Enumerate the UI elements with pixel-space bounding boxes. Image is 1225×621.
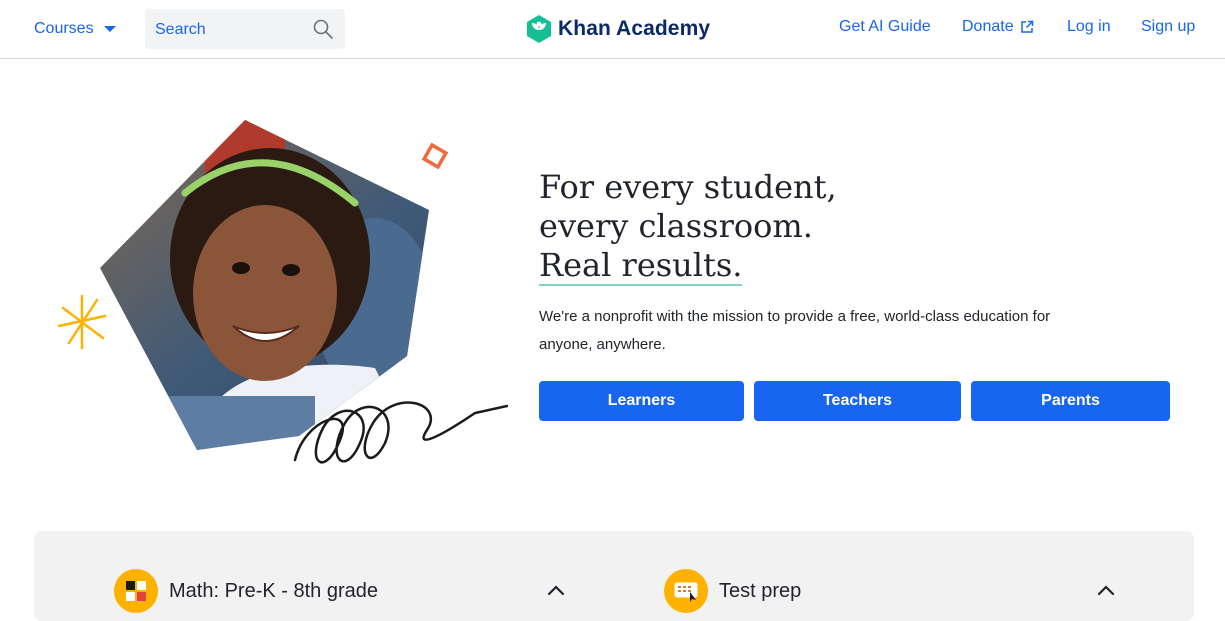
khan-academy-logo-icon — [527, 15, 551, 43]
student-photo — [100, 120, 429, 450]
search-input[interactable] — [145, 9, 317, 51]
top-header: Courses Khan Academy Get AI Guide Donate… — [0, 0, 1225, 59]
search-box[interactable] — [145, 9, 345, 51]
headline-line-2: every classroom. — [539, 207, 813, 245]
learners-button[interactable]: Learners — [539, 381, 744, 421]
test-prep-label: Test prep — [719, 579, 802, 602]
hero-student-illustration — [57, 120, 509, 464]
courses-label: Courses — [34, 20, 94, 37]
math-accordion-header[interactable]: Math: Pre-K - 8th grade — [114, 569, 378, 613]
calculator-icon — [114, 569, 158, 613]
teachers-button[interactable]: Teachers — [754, 381, 961, 421]
yellow-star-doodle — [57, 294, 107, 350]
get-ai-guide-link[interactable]: Get AI Guide — [839, 18, 931, 36]
donate-link[interactable]: Donate — [962, 18, 1034, 36]
caret-down-icon — [103, 26, 116, 32]
signup-link[interactable]: Sign up — [1141, 18, 1195, 36]
search-icon[interactable] — [313, 19, 333, 39]
logo-text: Khan Academy — [558, 17, 711, 40]
headline-line-1: For every student, — [539, 168, 837, 206]
login-link[interactable]: Log in — [1067, 18, 1111, 36]
orange-diamond-shape — [421, 142, 449, 170]
parents-button[interactable]: Parents — [971, 381, 1170, 421]
chevron-up-icon[interactable] — [1097, 584, 1115, 596]
mission-statement: We're a nonprofit with the mission to pr… — [539, 308, 1051, 353]
chevron-up-icon[interactable] — [547, 584, 565, 596]
hero-headline: For every student, every classroom. Real… — [539, 168, 899, 286]
test-prep-accordion-header[interactable]: Test prep — [664, 569, 802, 613]
donate-label: Donate — [962, 18, 1014, 35]
test-keyboard-icon — [664, 569, 708, 613]
external-link-icon — [1020, 20, 1033, 33]
courses-dropdown[interactable]: Courses — [34, 17, 116, 41]
math-subject-label: Math: Pre-K - 8th grade — [169, 579, 378, 602]
headline-line-3: Real results. — [539, 246, 743, 286]
khan-academy-logo[interactable]: Khan Academy — [526, 14, 710, 44]
